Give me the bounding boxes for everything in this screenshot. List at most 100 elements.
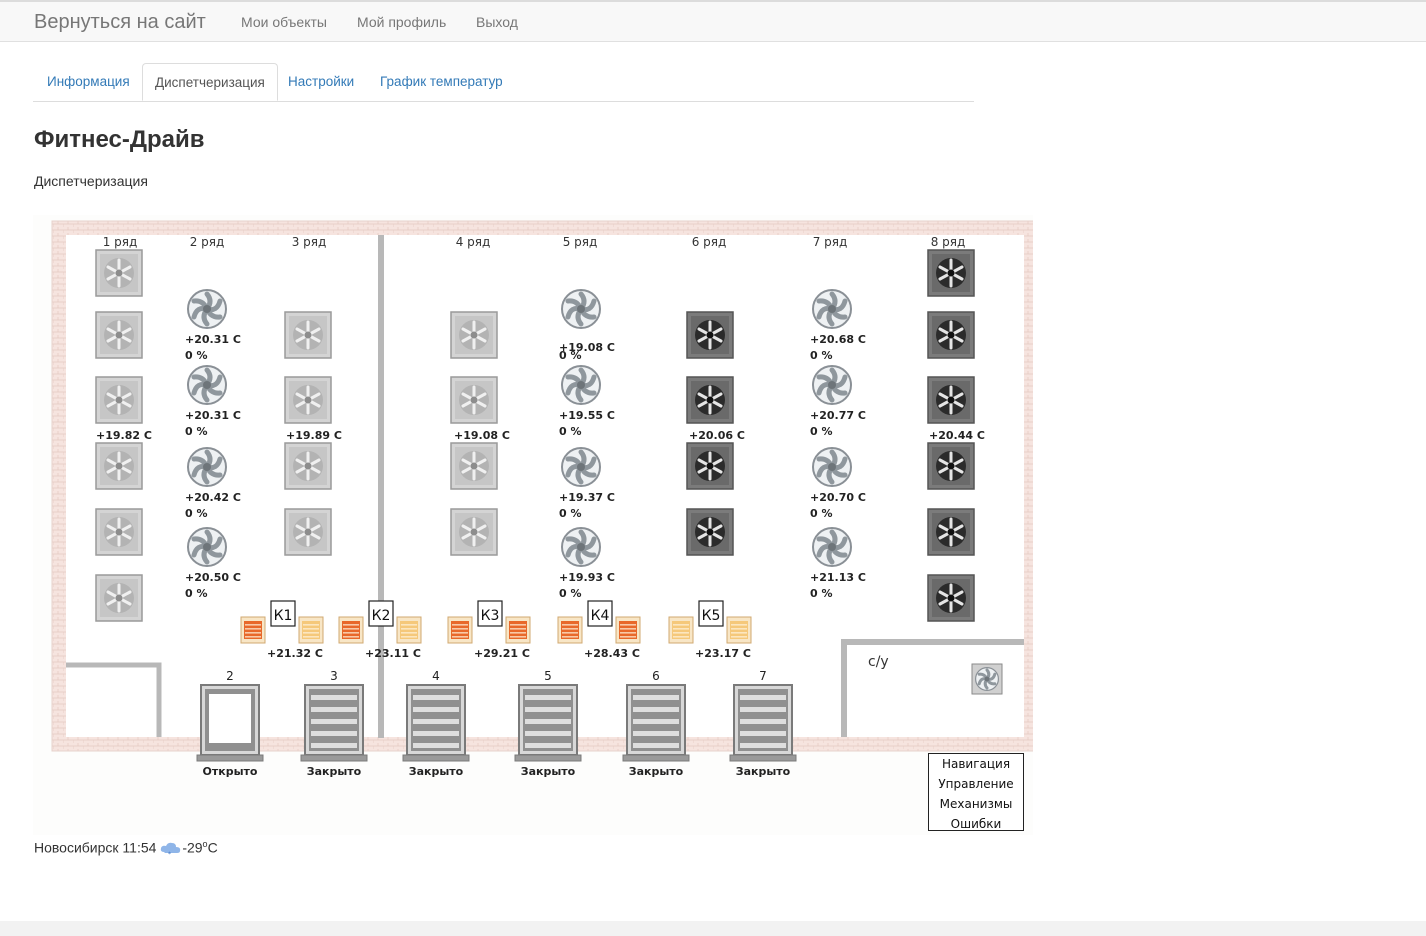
fan-percent-label: 0 % xyxy=(559,587,582,600)
light-heater-icon[interactable] xyxy=(94,573,144,623)
gate-closed-icon[interactable] xyxy=(402,684,470,762)
gate-closed-icon[interactable] xyxy=(300,684,368,762)
nav-my-objects-link[interactable]: Мои объекты xyxy=(241,14,327,30)
top-navbar: Вернуться на сайт Мои объекты Мой профил… xyxy=(0,0,1426,42)
row-label: 7 ряд xyxy=(813,235,848,249)
fan-temperature-label: +20.31 С xyxy=(185,333,241,346)
axial-fan-icon[interactable] xyxy=(562,366,600,404)
fan-percent-label: 0 % xyxy=(185,425,208,438)
row-label: 6 ряд xyxy=(692,235,727,249)
air-curtain-temperature: +28.43 С xyxy=(584,647,640,660)
fan-percent-label: 0 % xyxy=(185,349,208,362)
air-curtain-label: К5 xyxy=(702,608,721,624)
dark-heater-icon[interactable] xyxy=(685,507,735,557)
air-curtain-label: К4 xyxy=(591,608,610,624)
tab-settings[interactable]: Настройки xyxy=(276,63,366,100)
axial-fan-icon[interactable] xyxy=(188,448,226,486)
heater-temperature-label: +20.44 С xyxy=(929,429,985,442)
fan-temperature-label: +20.50 С xyxy=(185,571,241,584)
dark-heater-icon[interactable] xyxy=(926,248,976,298)
weather-unit: C xyxy=(207,839,218,856)
svg-text:*: * xyxy=(168,851,171,856)
gate-closed-icon[interactable] xyxy=(514,684,582,762)
axial-fan-icon[interactable] xyxy=(813,528,851,566)
row-label: 4 ряд xyxy=(456,235,491,249)
nav-logout-link[interactable]: Выход xyxy=(476,14,518,30)
air-curtain-temperature: +21.32 С xyxy=(267,647,323,660)
fan-percent-label: 0 % xyxy=(810,587,833,600)
tab-information[interactable]: Информация xyxy=(35,63,142,100)
scheme-side-menu: Навигация Управление Механизмы Ошибки xyxy=(928,753,1024,831)
nav-my-profile-link[interactable]: Мой профиль xyxy=(357,14,446,30)
dark-heater-icon[interactable] xyxy=(685,375,735,425)
axial-fan-icon[interactable] xyxy=(188,528,226,566)
air-curtain-temperature: +29.21 С xyxy=(474,647,530,660)
gate-state-label: Закрыто xyxy=(736,765,791,778)
row-label: 2 ряд xyxy=(190,235,225,249)
light-heater-icon[interactable] xyxy=(283,375,333,425)
axial-fan-icon[interactable] xyxy=(813,366,851,404)
light-heater-icon[interactable] xyxy=(283,310,333,360)
light-heater-icon[interactable] xyxy=(94,507,144,557)
tab-temperature-chart[interactable]: График температур xyxy=(368,63,515,100)
weather-temperature: -29 xyxy=(182,839,203,856)
fan-temperature-label: +21.13 С xyxy=(810,571,866,584)
dark-heater-icon[interactable] xyxy=(685,310,735,360)
fan-percent-label: 0 % xyxy=(810,425,833,438)
light-heater-icon[interactable] xyxy=(94,310,144,360)
building-scheme: 1 ряд 2 ряд 3 ряд 4 ряд 5 ряд 6 ряд 7 ряд 8 ряд… xyxy=(33,215,1033,835)
heater-temperature-label: +19.89 С xyxy=(286,429,342,442)
fan-temperature-label: +19.93 С xyxy=(559,571,615,584)
dark-heater-icon[interactable] xyxy=(926,441,976,491)
dark-heater-icon[interactable] xyxy=(926,573,976,623)
menu-item-errors[interactable]: Ошибки xyxy=(929,815,1023,835)
air-curtain-temperature: +23.17 С xyxy=(695,647,751,660)
gate-closed-icon[interactable] xyxy=(622,684,690,762)
gate-open-icon[interactable] xyxy=(196,684,264,762)
fan-percent-label: 0 % xyxy=(185,507,208,520)
fan-percent-label: 0 % xyxy=(559,425,582,438)
back-to-site-link[interactable]: Вернуться на сайт xyxy=(34,11,206,34)
air-curtain-label: К1 xyxy=(274,608,293,624)
axial-fan-icon[interactable] xyxy=(188,366,226,404)
air-curtain-label: К2 xyxy=(372,608,391,624)
light-heater-icon[interactable] xyxy=(94,375,144,425)
gate-number: 2 xyxy=(226,669,234,683)
cloud-snow-icon: * xyxy=(161,842,181,856)
tab-dispatching[interactable]: Диспетчеризация xyxy=(142,63,278,101)
menu-item-mechanisms[interactable]: Механизмы xyxy=(929,795,1023,815)
axial-fan-icon[interactable] xyxy=(813,448,851,486)
menu-item-navigation[interactable]: Навигация xyxy=(929,755,1023,775)
tabs-bar: Информация Диспетчеризация Настройки Гра… xyxy=(33,63,974,102)
fan-percent-label: 0 % xyxy=(810,349,833,362)
dark-heater-icon[interactable] xyxy=(926,310,976,360)
light-heater-icon[interactable] xyxy=(94,248,144,298)
gate-state-label: Открыто xyxy=(203,765,258,778)
gate-number: 4 xyxy=(432,669,440,683)
wc-exhaust-fan[interactable] xyxy=(971,663,1003,695)
light-heater-icon[interactable] xyxy=(449,375,499,425)
light-heater-icon[interactable] xyxy=(94,441,144,491)
light-heater-icon[interactable] xyxy=(449,507,499,557)
axial-fan-icon[interactable] xyxy=(813,290,851,328)
axial-fan-icon[interactable] xyxy=(562,528,600,566)
light-heater-icon[interactable] xyxy=(449,441,499,491)
dark-heater-icon[interactable] xyxy=(926,507,976,557)
light-heater-icon[interactable] xyxy=(449,310,499,360)
gate-state-label: Закрыто xyxy=(409,765,464,778)
heater-temperature-label: +19.82 С xyxy=(96,429,152,442)
dark-heater-icon[interactable] xyxy=(926,375,976,425)
dark-heater-icon[interactable] xyxy=(685,441,735,491)
light-heater-icon[interactable] xyxy=(283,441,333,491)
axial-fan-icon[interactable] xyxy=(562,448,600,486)
menu-item-control[interactable]: Управление xyxy=(929,775,1023,795)
weather-city-time: Новосибирск 11:54 xyxy=(34,839,157,856)
axial-fan-icon[interactable] xyxy=(562,290,600,328)
fan-temperature-label: +20.31 С xyxy=(185,409,241,422)
gate-closed-icon[interactable] xyxy=(729,684,797,762)
axial-fan-icon[interactable] xyxy=(188,290,226,328)
fan-percent-label: 0 % xyxy=(810,507,833,520)
gate-state-label: Закрыто xyxy=(521,765,576,778)
heater-temperature-label: +20.06 С xyxy=(689,429,745,442)
light-heater-icon[interactable] xyxy=(283,507,333,557)
